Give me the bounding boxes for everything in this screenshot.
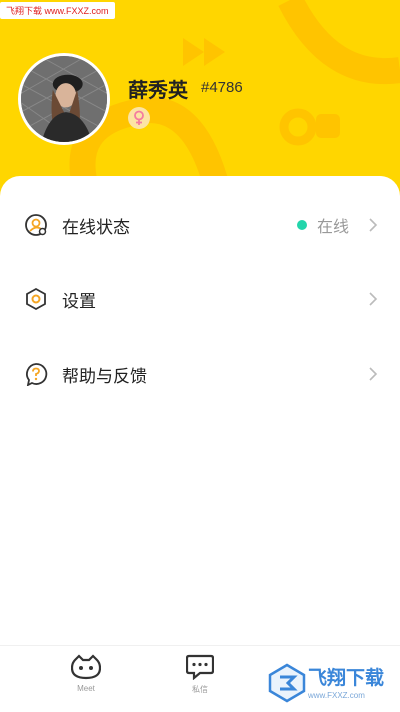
online-status-icon — [25, 214, 47, 236]
help-feedback-icon — [26, 363, 48, 386]
watermark-url: www.FXXZ.com — [308, 691, 365, 700]
meet-icon — [71, 654, 101, 680]
tab-meet[interactable]: Meet — [46, 654, 126, 693]
tab-label: Meet — [77, 684, 95, 693]
watermark-logo-icon — [268, 663, 306, 703]
female-icon — [128, 107, 150, 129]
username: 薛秀英 — [128, 78, 188, 102]
watermark-top: 飞翔下载 www.FXXZ.com — [0, 2, 115, 19]
user-id: #4786 — [201, 79, 243, 96]
bottom-tab-bar: Meet 私信 飞翔下载 www.FXXZ.com — [0, 645, 400, 712]
chevron-right-icon — [369, 218, 378, 232]
avatar-photo — [21, 56, 107, 142]
chevron-right-icon — [369, 292, 378, 306]
tab-messages[interactable]: 私信 — [160, 654, 240, 695]
menu-item-online-status[interactable]: 在线状态 在线 — [0, 195, 400, 255]
menu-item-label: 在线状态 — [62, 217, 130, 238]
menu-item-help-feedback[interactable]: 帮助与反馈 — [0, 344, 400, 404]
watermark-name: 飞翔下载 — [308, 667, 385, 689]
tab-label: 私信 — [192, 685, 208, 694]
avatar[interactable] — [18, 53, 110, 145]
profile-header: 飞翔下载 www.FXXZ.com 薛秀英 #4786 — [0, 0, 400, 200]
settings-icon — [26, 287, 46, 311]
online-status-value: 在线 — [317, 217, 350, 236]
menu-item-label: 帮助与反馈 — [62, 366, 147, 387]
message-icon — [186, 654, 214, 680]
menu-item-settings[interactable]: 设置 — [0, 269, 400, 329]
chevron-right-icon — [369, 367, 378, 381]
online-status-dot — [297, 220, 307, 230]
watermark-bottom: 飞翔下载 www.FXXZ.com — [268, 661, 398, 709]
menu-item-label: 设置 — [62, 291, 96, 312]
menu-card: 在线状态 在线 设置 帮助与反馈 — [0, 176, 400, 656]
